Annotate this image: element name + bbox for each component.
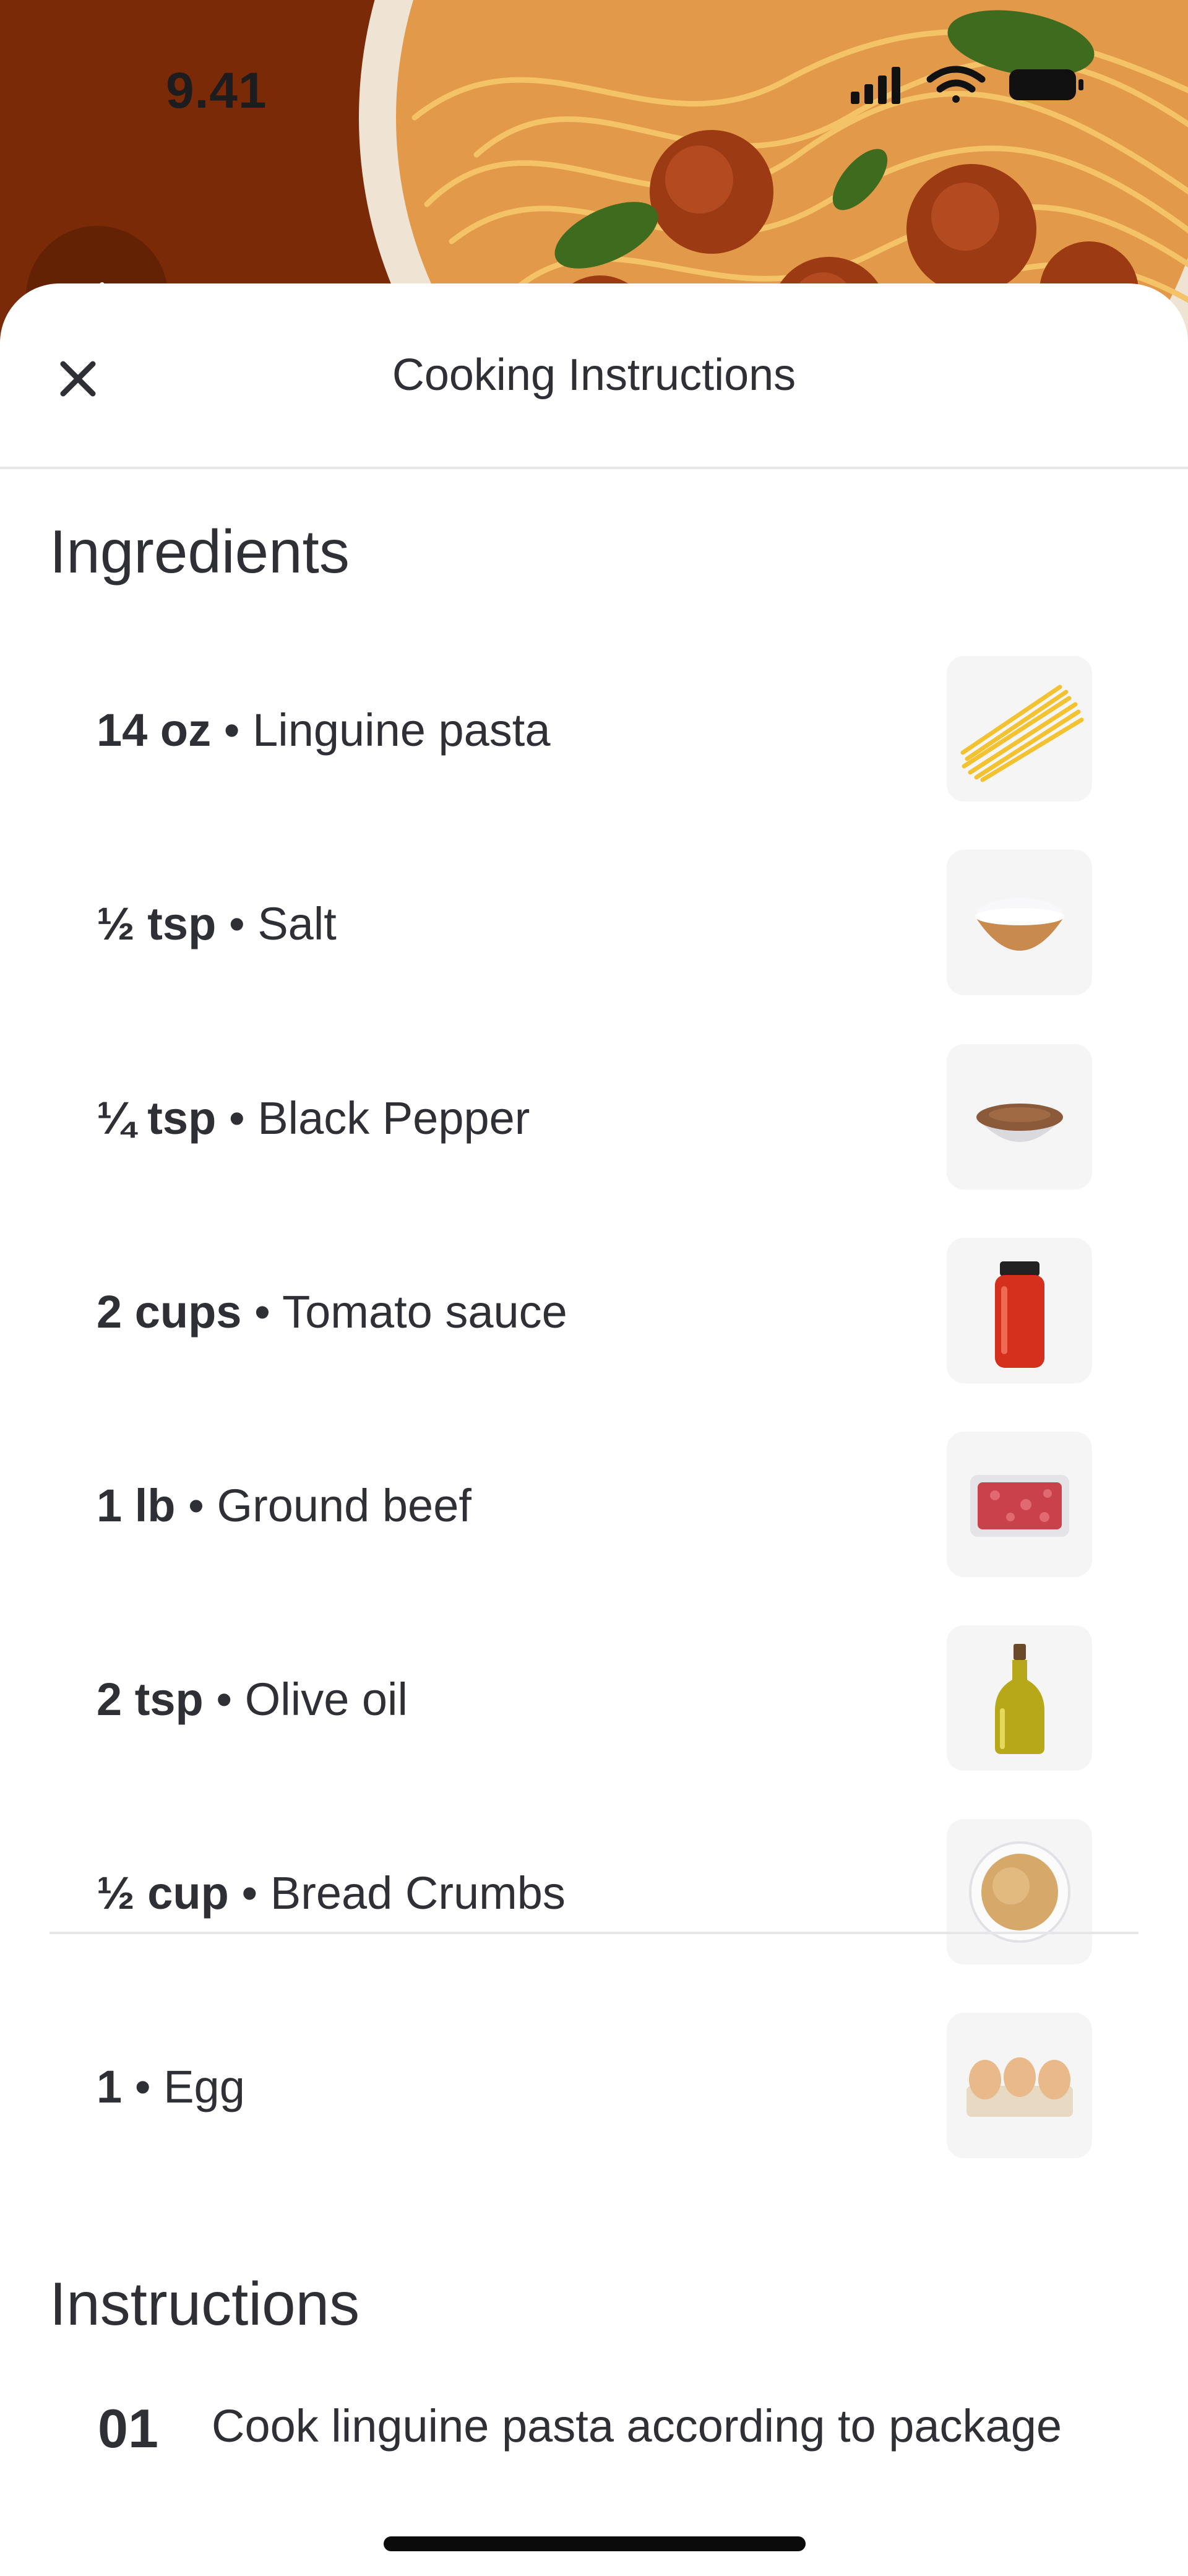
step-text: Cook linguine pasta according to package <box>212 2400 1062 2452</box>
ingredient-quantity: 1 <box>97 2060 123 2112</box>
ingredient-quantity: 1 lb <box>97 1479 176 1531</box>
ingredient-text: 14 oz • Linguine pasta <box>97 704 551 756</box>
bread-crumbs-bowl-photo <box>968 1841 1070 1943</box>
ingredient-name: Linguine pasta <box>252 704 551 756</box>
status-bar-icons <box>851 66 1083 104</box>
ingredient-text: 2 cups • Tomato sauce <box>97 1286 567 1338</box>
ingredient-thumbnail <box>947 2013 1092 2158</box>
egg-carton-photo <box>966 2057 1073 2117</box>
ingredient-row: ½ cup • Bread Crumbs <box>50 1796 1138 1989</box>
section-divider <box>50 1932 1138 1934</box>
wifi-icon <box>926 66 986 103</box>
ingredient-name: Salt <box>257 897 337 949</box>
ingredient-row: 1 lb • Ground beef <box>50 1409 1138 1602</box>
ingredient-thumbnail <box>947 1044 1092 1190</box>
ingredient-thumbnail <box>947 1238 1092 1383</box>
ingredient-quantity: ¼ tsp <box>97 1092 217 1144</box>
ingredient-name: Bread Crumbs <box>270 1867 566 1919</box>
ingredient-text: ½ tsp • Salt <box>97 897 337 949</box>
ingredient-name: Egg <box>163 2060 245 2112</box>
battery-icon <box>1009 69 1083 100</box>
home-indicator[interactable] <box>384 2536 806 2551</box>
ingredient-quantity: 14 oz <box>97 704 212 756</box>
ingredient-thumbnail <box>947 656 1092 802</box>
linguine-pasta-photo <box>960 685 1083 782</box>
ingredient-text: 2 tsp • Olive oil <box>97 1673 408 1725</box>
ingredient-name: Ground beef <box>217 1479 471 1531</box>
ingredient-thumbnail <box>947 1819 1092 1964</box>
sheet-title: Cooking Instructions <box>392 350 796 400</box>
ingredient-quantity: 2 cups <box>97 1286 242 1338</box>
salt-bowl-photo <box>975 897 1064 951</box>
ingredient-row: 1 • Egg <box>50 1990 1138 2183</box>
instruction-step: 01 Cook linguine pasta according to pack… <box>50 2386 1138 2454</box>
ingredients-heading: Ingredients <box>50 517 350 586</box>
bottom-safe-area <box>0 2470 1188 2576</box>
step-number: 01 <box>98 2398 158 2454</box>
ingredient-row: 14 oz • Linguine pasta <box>50 633 1138 826</box>
ingredient-text: ½ cup • Bread Crumbs <box>97 1867 566 1919</box>
sheet-header: Cooking Instructions <box>0 283 1188 469</box>
ingredient-row: ½ tsp • Salt <box>50 827 1138 1020</box>
ingredient-text: ¼ tsp • Black Pepper <box>97 1092 530 1144</box>
olive-oil-bottle-photo <box>994 1643 1044 1754</box>
ingredient-name: Black Pepper <box>257 1092 530 1144</box>
tomato-sauce-jar-photo <box>994 1261 1044 1368</box>
ingredient-row: 2 tsp • Olive oil <box>50 1602 1138 1796</box>
black-pepper-bowl-photo <box>976 1103 1063 1142</box>
ingredient-quantity: 2 tsp <box>97 1673 204 1725</box>
ingredient-quantity: ½ tsp <box>97 897 217 949</box>
ingredient-text: 1 • Egg <box>97 2060 245 2112</box>
close-button[interactable] <box>48 349 108 408</box>
ingredient-thumbnail <box>947 1625 1092 1771</box>
ingredient-quantity: ½ cup <box>97 1867 229 1919</box>
ingredient-name: Tomato sauce <box>282 1286 567 1338</box>
ingredient-row: ¼ tsp • Black Pepper <box>50 1021 1138 1214</box>
cellular-signal-icon <box>851 67 900 104</box>
status-bar-time: 9.41 <box>166 63 267 119</box>
instructions-heading: Instructions <box>50 2270 360 2338</box>
ground-beef-tray-photo <box>970 1474 1069 1537</box>
ingredient-text: 1 lb • Ground beef <box>97 1479 471 1531</box>
ingredient-name: Olive oil <box>244 1673 408 1725</box>
ingredient-thumbnail <box>947 1432 1092 1577</box>
ingredient-thumbnail <box>947 850 1092 995</box>
close-icon <box>60 361 96 397</box>
ingredient-row: 2 cups • Tomato sauce <box>50 1215 1138 1408</box>
